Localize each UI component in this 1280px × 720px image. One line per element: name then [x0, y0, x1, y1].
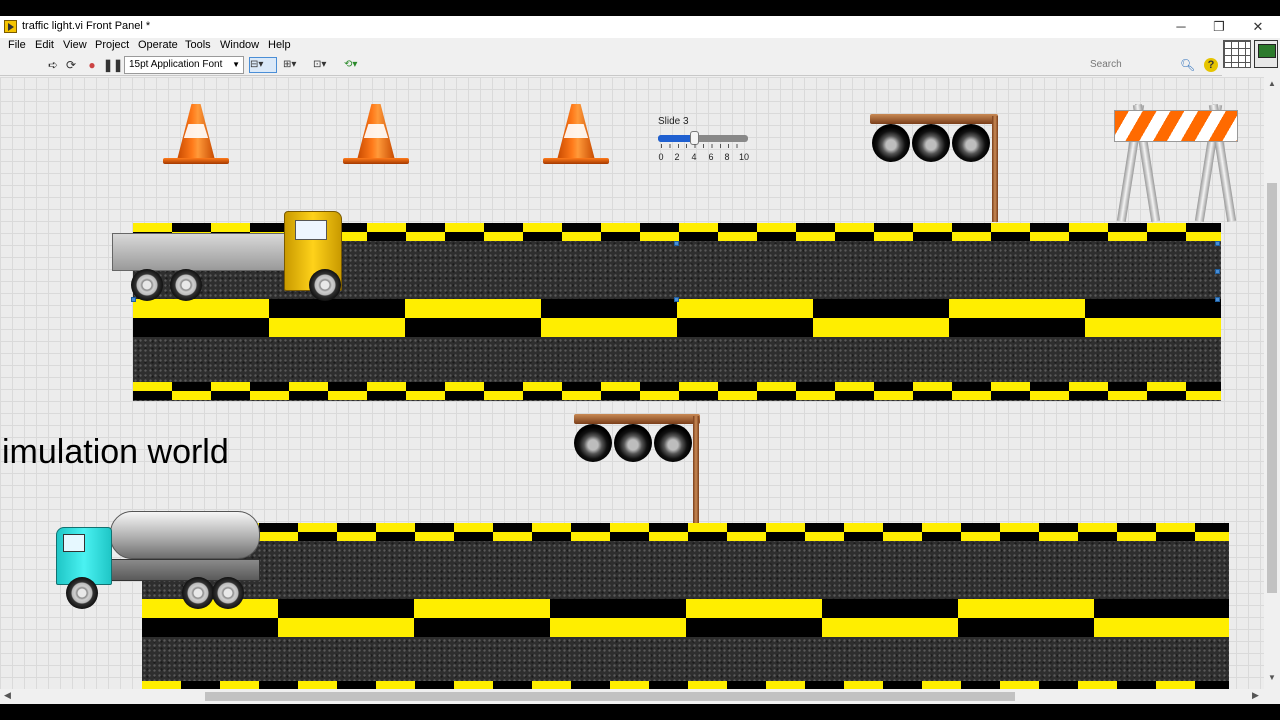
menu-operate[interactable]: Operate — [138, 39, 178, 51]
distribute-objects-icon[interactable]: ⊞▾ — [282, 57, 306, 73]
slider-tick-label: 0 — [658, 152, 664, 162]
wheel-icon — [212, 577, 244, 609]
scroll-down-icon[interactable]: ▼ — [1264, 673, 1280, 682]
menu-help[interactable]: Help — [268, 39, 291, 51]
truck-bed — [112, 233, 288, 271]
window-title: traffic light.vi Front Panel * — [22, 20, 151, 32]
slider-tick-label: 6 — [708, 152, 714, 162]
wheel-icon — [309, 269, 341, 301]
menu-window[interactable]: Window — [220, 39, 259, 51]
menu-file[interactable]: File — [8, 39, 26, 51]
search-icon[interactable]: 🔍︎ — [1180, 57, 1195, 73]
traffic-light-bar — [870, 114, 998, 124]
title-bar: traffic light.vi Front Panel * ─ ❐ ✕ — [0, 16, 1280, 38]
traffic-cone-3 — [543, 104, 609, 166]
font-selector[interactable]: 15pt Application Font ▼ — [124, 56, 244, 74]
slider-tick-label: 2 — [674, 152, 680, 162]
pause-icon[interactable]: ❚❚ — [103, 58, 123, 72]
tanker-window — [63, 534, 85, 552]
minimize-button[interactable]: ─ — [1166, 17, 1196, 37]
traffic-lamp-icon — [952, 124, 990, 162]
menu-project[interactable]: Project — [95, 39, 129, 51]
selection-handle[interactable] — [674, 297, 679, 302]
menu-bar: File Edit View Project Operate Tools Win… — [0, 38, 1222, 54]
selection-handle[interactable] — [1215, 297, 1220, 302]
road-barrier — [1112, 102, 1240, 222]
horizontal-scroll-thumb[interactable] — [205, 692, 1015, 701]
traffic-light-bar — [574, 414, 700, 424]
reorder-icon[interactable]: ⟲▾ — [343, 57, 367, 73]
truck-window — [295, 220, 327, 240]
tanker-truck[interactable] — [52, 509, 266, 611]
wheel-icon — [131, 269, 163, 301]
toolbar: ➪ ⟳ ● ❚❚ 15pt Application Font ▼ ⊟▾ ⊞▾ ⊡… — [0, 54, 1222, 76]
connector-pane-icon[interactable] — [1223, 40, 1251, 68]
traffic-lamp-icon — [574, 424, 612, 462]
menu-edit[interactable]: Edit — [35, 39, 54, 51]
slider-knob[interactable] — [690, 131, 699, 145]
horizontal-scrollbar[interactable]: ◀ ▶ — [0, 689, 1264, 704]
chevron-down-icon: ▼ — [232, 60, 240, 69]
close-button[interactable]: ✕ — [1243, 17, 1273, 37]
traffic-lamp-icon — [872, 124, 910, 162]
tanker-frame — [110, 559, 260, 581]
traffic-light-1[interactable] — [870, 114, 1000, 224]
slider-tick-label: 4 — [691, 152, 697, 162]
scroll-right-icon[interactable]: ▶ — [1252, 690, 1259, 701]
scroll-left-icon[interactable]: ◀ — [4, 690, 11, 701]
front-panel[interactable]: Slide 3 0 2 4 6 8 10 imulation world — [0, 77, 1264, 689]
run-continuously-icon[interactable]: ⟳ — [64, 58, 78, 72]
slider-track[interactable] — [658, 131, 748, 145]
dump-truck[interactable] — [112, 211, 354, 303]
run-arrow-icon[interactable]: ➪ — [46, 58, 60, 72]
traffic-cone-1 — [163, 104, 229, 166]
vertical-scrollbar[interactable]: ▲ ▼ — [1264, 77, 1280, 704]
resize-objects-icon[interactable]: ⊡▾ — [312, 57, 336, 73]
traffic-light-pole — [992, 116, 998, 222]
vi-icon[interactable] — [1254, 40, 1278, 68]
selection-handle[interactable] — [674, 241, 679, 246]
road-2 — [142, 523, 1229, 689]
slider-label: Slide 3 — [658, 116, 689, 127]
road-center-stripe — [133, 299, 1221, 337]
labview-vi-icon — [4, 20, 17, 33]
align-objects-icon[interactable]: ⊟▾ — [249, 57, 277, 73]
road-edge-stripe — [133, 382, 1221, 400]
traffic-lamp-icon — [614, 424, 652, 462]
slider-tickmarks — [661, 144, 745, 148]
menu-tools[interactable]: Tools — [185, 39, 211, 51]
menu-view[interactable]: View — [63, 39, 87, 51]
barrier-board — [1114, 110, 1238, 142]
scroll-up-icon[interactable]: ▲ — [1264, 79, 1280, 88]
wheel-icon — [170, 269, 202, 301]
labview-window: traffic light.vi Front Panel * ─ ❐ ✕ Fil… — [0, 16, 1280, 704]
selection-handle[interactable] — [1215, 241, 1220, 246]
font-selector-value: 15pt Application Font — [129, 59, 223, 70]
slider-fill — [658, 135, 694, 142]
road-edge-stripe — [142, 523, 1229, 541]
traffic-lamp-icon — [654, 424, 692, 462]
restore-button[interactable]: ❐ — [1204, 17, 1234, 37]
slider-tick-label: 10 — [738, 152, 749, 162]
vertical-scroll-thumb[interactable] — [1267, 183, 1277, 593]
wheel-icon — [182, 577, 214, 609]
panel-caption: imulation world — [2, 433, 229, 471]
traffic-cone-2 — [343, 104, 409, 166]
traffic-light-pole — [693, 416, 699, 524]
traffic-light-2[interactable] — [574, 414, 704, 524]
road-center-stripe — [142, 599, 1229, 637]
wheel-icon — [66, 577, 98, 609]
help-icon[interactable]: ? — [1204, 58, 1218, 72]
abort-icon[interactable]: ● — [85, 58, 99, 72]
traffic-lamp-icon — [912, 124, 950, 162]
search-placeholder: Search — [1090, 59, 1122, 70]
tanker-tank — [110, 511, 260, 559]
road-edge-stripe — [142, 681, 1229, 689]
slider-tick-label: 8 — [724, 152, 730, 162]
search-input[interactable]: Search 🔍︎ — [1080, 57, 1198, 73]
selection-handle[interactable] — [1215, 269, 1220, 274]
slide-3-control[interactable]: Slide 3 0 2 4 6 8 10 — [650, 110, 760, 164]
